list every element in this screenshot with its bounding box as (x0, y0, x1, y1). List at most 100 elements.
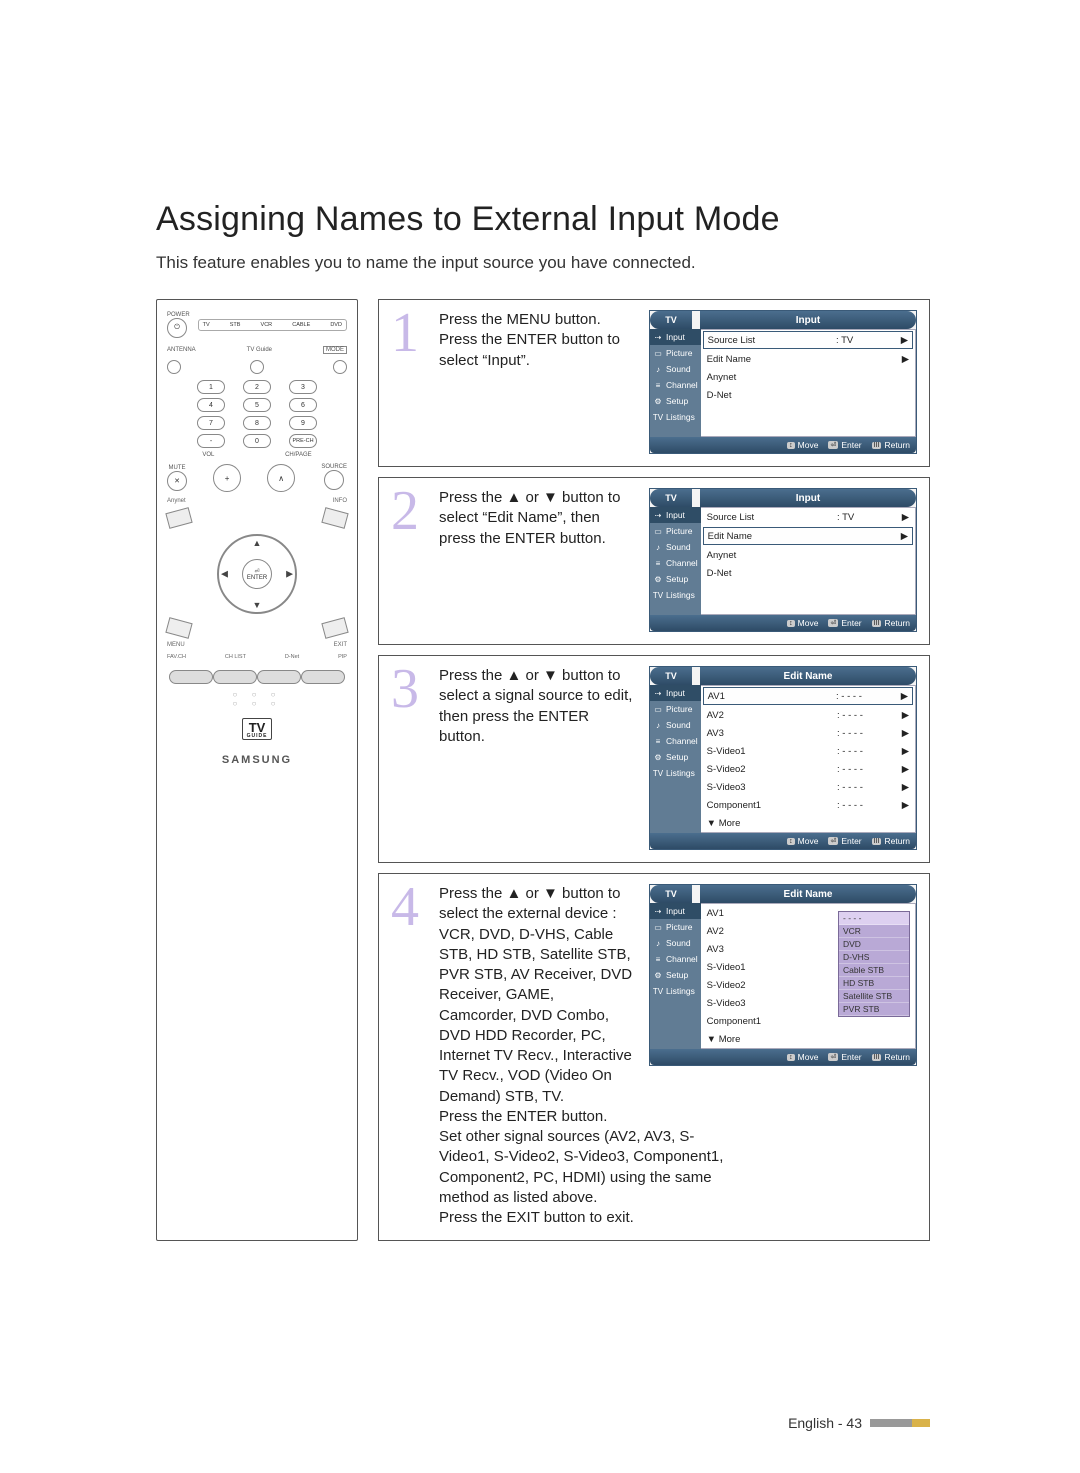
osd-row-label: ▼ More (707, 818, 837, 829)
osd-row: Anynet (701, 368, 915, 386)
osd-footer-label: Enter (841, 1052, 861, 1062)
osd-side-item: ▭Picture (650, 523, 701, 539)
osd-row-arrow-icon: ▶ (901, 782, 909, 793)
osd-side-label: Listings (666, 412, 695, 422)
osd-footer: ↕Move⏎EnterIIIReturn (650, 833, 916, 849)
exit-label: EXIT (334, 642, 347, 648)
osd-side-icon: ≡ (653, 558, 663, 568)
osd-side-icon: ⇢ (653, 332, 663, 342)
dpad-down-icon: ▼ (253, 600, 262, 610)
osd-footer-label: Enter (841, 618, 861, 628)
exit-button (321, 617, 348, 639)
osd-sidebar: ⇢Input▭Picture♪Sound≡Channel⚙SetupTVList… (650, 329, 701, 437)
osd-side-item: ⇢Input (650, 685, 701, 701)
osd-side-label: Sound (666, 720, 691, 730)
osd-row-label: Component1 (707, 1016, 837, 1027)
osd-row-label: Component1 (707, 800, 837, 811)
enter-button: ⏎ENTER (242, 559, 272, 589)
osd-row-arrow-icon: ▶ (901, 728, 909, 739)
osd-footer-label: Move (798, 836, 819, 846)
osd-row: Edit Name ▶ (701, 350, 915, 368)
tvguide-btn-label: TV Guide (247, 347, 272, 353)
osd-side-icon: ⇢ (653, 906, 663, 916)
page-footer: English - 43 (788, 1415, 930, 1431)
osd-side-label: Channel (666, 380, 698, 390)
osd-row-label: Edit Name (707, 354, 837, 365)
osd-sidebar: ⇢Input▭Picture♪Sound≡Channel⚙SetupTVList… (650, 685, 701, 833)
osd-side-label: Channel (666, 558, 698, 568)
osd-row-label: AV1 (707, 908, 837, 919)
osd-footer-hint: ↕Move (787, 1052, 818, 1062)
osd-row: AV1: - - - -▶ (703, 687, 913, 705)
osd-row: S-Video2: - - - -▶ (701, 760, 915, 778)
step-3: 3Press the ▲ or ▼ button to select a sig… (378, 655, 930, 863)
osd-side-item: ▭Picture (650, 701, 701, 717)
mode-tv: TV (203, 322, 210, 328)
osd-row-label: D-Net (707, 568, 837, 579)
osd-row: D-Net (701, 386, 915, 404)
osd-side-item: ⚙Setup (650, 749, 701, 765)
step-text: Press the MENU button. Press the ENTER b… (439, 310, 635, 371)
osd-row-value: : - - - - (837, 746, 901, 757)
step-text: Press the ▲ or ▼ button to select the ex… (439, 884, 635, 1107)
osd-side-label: Picture (666, 526, 692, 536)
chpage-label: CH/PAGE (285, 452, 312, 458)
osd-row-value: : - - - - (837, 782, 901, 793)
osd-side-label: Sound (666, 542, 691, 552)
osd-popup-item: - - - - (839, 912, 909, 925)
osd-row-value: : - - - - (837, 728, 901, 739)
osd-side-icon: ≡ (653, 736, 663, 746)
osd-footer-hint: ⏎Enter (828, 836, 861, 846)
step-1: 1Press the MENU button. Press the ENTER … (378, 299, 930, 467)
osd-side-item: ▭Picture (650, 919, 701, 935)
osd-row-arrow-icon: ▶ (901, 354, 909, 365)
osd-side-item: ▭Picture (650, 345, 701, 361)
num-8: 8 (243, 416, 271, 430)
osd-side-label: Setup (666, 752, 688, 762)
num-1: 1 (197, 380, 225, 394)
osd-row-arrow-icon: ▶ (901, 746, 909, 757)
osd-footer-label: Enter (841, 836, 861, 846)
osd-side-icon: ♪ (653, 720, 663, 730)
osd-footer-key-icon: ↕ (787, 442, 795, 449)
osd-side-icon: ▭ (653, 704, 663, 714)
osd-sidebar: ⇢Input▭Picture♪Sound≡Channel⚙SetupTVList… (650, 507, 701, 615)
osd-title-left: TV (650, 489, 692, 507)
osd-row: ▼ More (701, 1030, 915, 1048)
osd-footer-key-icon: ↕ (787, 1054, 795, 1061)
info-button (321, 507, 348, 529)
osd-row-label: S-Video2 (707, 764, 837, 775)
osd-row-label: AV2 (707, 926, 837, 937)
mode-label: MODE (323, 346, 347, 354)
osd-row-label: AV3 (707, 944, 837, 955)
osd-side-label: Input (666, 510, 685, 520)
osd-footer-label: Return (884, 836, 910, 846)
osd-footer: ↕Move⏎EnterIIIReturn (650, 615, 916, 631)
osd-row-label: S-Video1 (707, 962, 837, 973)
num-dash: - (197, 434, 225, 448)
osd-screenshot: TVEdit Name⇢Input▭Picture♪Sound≡Channel⚙… (649, 666, 917, 850)
step-text-last: Press the EXIT button to exit. (439, 1208, 917, 1228)
osd-footer-key-icon: ↕ (787, 838, 795, 845)
osd-side-label: Sound (666, 364, 691, 374)
osd-footer-label: Move (798, 618, 819, 628)
osd-title-left: TV (650, 667, 692, 685)
osd-side-icon: ♪ (653, 542, 663, 552)
tvguide-logo: TVGUIDE (167, 718, 347, 740)
osd-row: Anynet (701, 546, 915, 564)
source-button (324, 470, 344, 490)
osd-side-item: ⚙Setup (650, 571, 701, 587)
step-number: 2 (391, 488, 425, 536)
osd-row-arrow-icon: ▶ (901, 764, 909, 775)
osd-side-label: Input (666, 688, 685, 698)
dpad-right-icon: ▶ (286, 569, 293, 580)
osd-side-label: Input (666, 332, 685, 342)
osd-row-arrow-icon: ▶ (901, 512, 909, 523)
osd-side-icon: TV (653, 590, 663, 600)
step-text: Press the ▲ or ▼ button to select “Edit … (439, 488, 635, 549)
osd-side-icon: ⇢ (653, 688, 663, 698)
brand-label: SAMSUNG (167, 754, 347, 766)
mode-button (333, 360, 347, 374)
osd-side-icon: ⇢ (653, 510, 663, 520)
osd-footer-label: Move (798, 440, 819, 450)
